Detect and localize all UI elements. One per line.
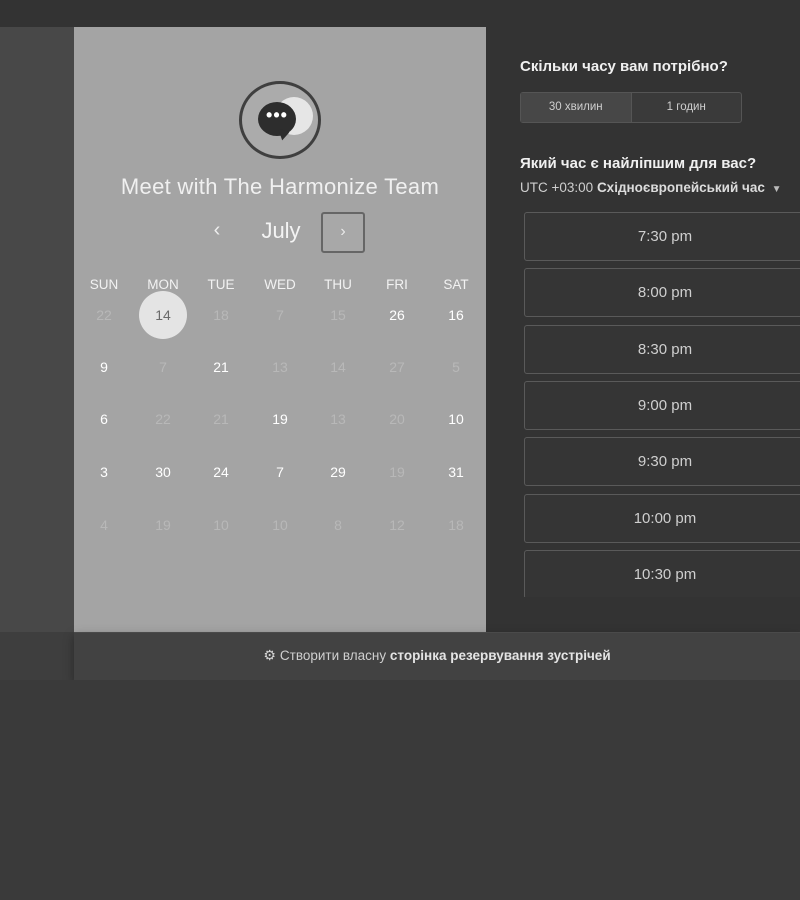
calendar-day: 22 bbox=[155, 411, 171, 427]
next-month-button[interactable]: › bbox=[321, 212, 365, 253]
calendar-day: 18 bbox=[213, 307, 229, 323]
weekday-mon: MON bbox=[147, 277, 179, 292]
calendar-day: 12 bbox=[389, 517, 405, 533]
page-title: Meet with The Harmonize Team bbox=[120, 174, 440, 199]
weekday-thu: THU bbox=[324, 277, 352, 292]
prev-month-button[interactable]: ‹ bbox=[205, 218, 229, 242]
calendar-day: 13 bbox=[330, 411, 346, 427]
calendar-day: 4 bbox=[100, 517, 108, 533]
top-strip bbox=[0, 0, 800, 27]
timezone-name: Східноєвропейський час bbox=[596, 180, 765, 195]
calendar-day[interactable]: 7 bbox=[256, 448, 304, 496]
weekday-wed: WED bbox=[264, 277, 296, 292]
weekday-tue: TUE bbox=[207, 277, 235, 292]
duration-option[interactable]: 1 годин bbox=[632, 93, 742, 122]
time-slot-button[interactable]: 9:00 pm bbox=[524, 380, 800, 430]
calendar-day: 19 bbox=[155, 517, 171, 533]
calendar-day: 7 bbox=[159, 359, 167, 375]
time-slot-button[interactable]: 7:30 pm bbox=[524, 212, 800, 261]
calendar-day[interactable]: 24 bbox=[197, 448, 245, 496]
calendar-day: 10 bbox=[213, 517, 229, 533]
calendar-day: 5 bbox=[452, 359, 460, 375]
calendar-day[interactable]: 9 bbox=[80, 343, 128, 391]
page: ••• Meet with The Harmonize Team ‹ July … bbox=[0, 0, 800, 900]
time-slot-button[interactable]: 8:30 pm bbox=[524, 324, 800, 374]
calendar-day: 18 bbox=[448, 517, 464, 533]
calendar-day: 21 bbox=[213, 411, 229, 427]
caret-down-icon: ▼ bbox=[771, 184, 782, 195]
time-question: Який час є найліпшим для вас? bbox=[520, 155, 757, 172]
calendar-day[interactable]: 29 bbox=[314, 448, 362, 496]
timezone-selector[interactable]: UTC +03:00 Східноєвропейський час ▼ bbox=[520, 180, 800, 195]
time-slot-button[interactable]: 8:00 pm bbox=[524, 268, 800, 318]
calendar-day: 7 bbox=[276, 307, 284, 323]
calendar-day: 8 bbox=[334, 517, 342, 533]
calendar-day[interactable]: 31 bbox=[432, 448, 480, 496]
calendar-day: 20 bbox=[389, 411, 405, 427]
calendar-day: 14 bbox=[330, 359, 346, 375]
calendar-day[interactable]: 19 bbox=[256, 395, 304, 443]
left-backdrop bbox=[0, 27, 74, 682]
calendar-day: 22 bbox=[96, 307, 112, 323]
calendar-day[interactable]: 26 bbox=[373, 291, 421, 339]
duration-option[interactable]: 30 хвилин bbox=[521, 93, 632, 122]
sprocket-icon: ⚙ bbox=[263, 647, 276, 663]
calendar-day[interactable]: 6 bbox=[80, 395, 128, 443]
selected-day[interactable]: 14 bbox=[139, 291, 187, 339]
calendar-day: 13 bbox=[272, 359, 288, 375]
duration-selector: 30 хвилин 1 годин bbox=[520, 92, 742, 123]
ellipsis-icon: ••• bbox=[266, 105, 288, 125]
calendar-day: 10 bbox=[272, 517, 288, 533]
time-slot-button[interactable]: 10:30 pm bbox=[524, 549, 800, 597]
calendar-day[interactable]: 30 bbox=[139, 448, 187, 496]
calendar-day[interactable]: 21 bbox=[197, 343, 245, 391]
left-backdrop-footer bbox=[0, 632, 74, 680]
time-slot-button[interactable]: 10:00 pm bbox=[524, 493, 800, 543]
time-slot-button[interactable]: 9:30 pm bbox=[524, 437, 800, 487]
footer-link-text: сторінка резервування зустрічей bbox=[389, 648, 611, 663]
calendar-day: 19 bbox=[389, 464, 405, 480]
scheduling-panel: Скільки часу вам потрібно? 30 хвилин 1 го… bbox=[486, 27, 800, 597]
footer-link[interactable]: ⚙ Створити власну сторінка резервування з… bbox=[74, 647, 800, 664]
timezone-offset: UTC +03:00 bbox=[520, 180, 594, 195]
month-label: July bbox=[261, 218, 301, 243]
calendar-day[interactable]: 10 bbox=[432, 395, 480, 443]
calendar-day[interactable]: 16 bbox=[432, 291, 480, 339]
page-background bbox=[0, 680, 800, 900]
weekday-fri: FRI bbox=[386, 277, 408, 292]
calendar-day[interactable]: 3 bbox=[80, 448, 128, 496]
booking-card: ••• Meet with The Harmonize Team ‹ July … bbox=[74, 27, 800, 632]
weekday-sun: SUN bbox=[89, 277, 119, 292]
duration-question: Скільки часу вам потрібно? bbox=[520, 58, 728, 75]
calendar-panel: ••• Meet with The Harmonize Team ‹ July … bbox=[74, 27, 486, 632]
calendar-day: 27 bbox=[389, 359, 405, 375]
calendar-day: 15 bbox=[330, 307, 346, 323]
calendar-grid: 22 14 18 7 15 26 16 9 7 21 13 14 27 5 6 22 21 19 13 20 10 3 30… bbox=[74, 291, 486, 561]
month-navigation: ‹ July › bbox=[74, 211, 486, 253]
weekday-sat: SAT bbox=[443, 277, 469, 292]
host-avatar: ••• bbox=[239, 81, 321, 159]
footer-prefix: Створити власну bbox=[279, 648, 387, 663]
footer-bar: ⚙ Створити власну сторінка резервування з… bbox=[74, 632, 800, 680]
